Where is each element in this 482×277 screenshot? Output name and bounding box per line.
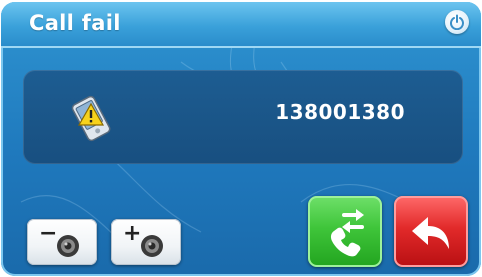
back-arrow-icon xyxy=(412,217,449,249)
volume-down-button[interactable]: − xyxy=(27,219,97,265)
phone-warning-icon xyxy=(71,95,111,142)
speaker-icon xyxy=(57,235,79,257)
power-button[interactable] xyxy=(445,10,469,34)
redial-icon xyxy=(330,209,364,257)
phone-number: 138001380 xyxy=(275,100,405,124)
call-info-panel: 138001380 xyxy=(23,70,463,164)
power-icon xyxy=(450,14,464,30)
title-bar: Call fail xyxy=(1,2,481,48)
volume-up-button[interactable]: + xyxy=(111,219,181,265)
window-title: Call fail xyxy=(29,11,121,35)
call-fail-window: Call fail 138001380 − + xyxy=(1,2,481,276)
back-button[interactable] xyxy=(394,196,468,267)
speaker-icon xyxy=(141,235,163,257)
redial-button[interactable] xyxy=(308,196,382,267)
